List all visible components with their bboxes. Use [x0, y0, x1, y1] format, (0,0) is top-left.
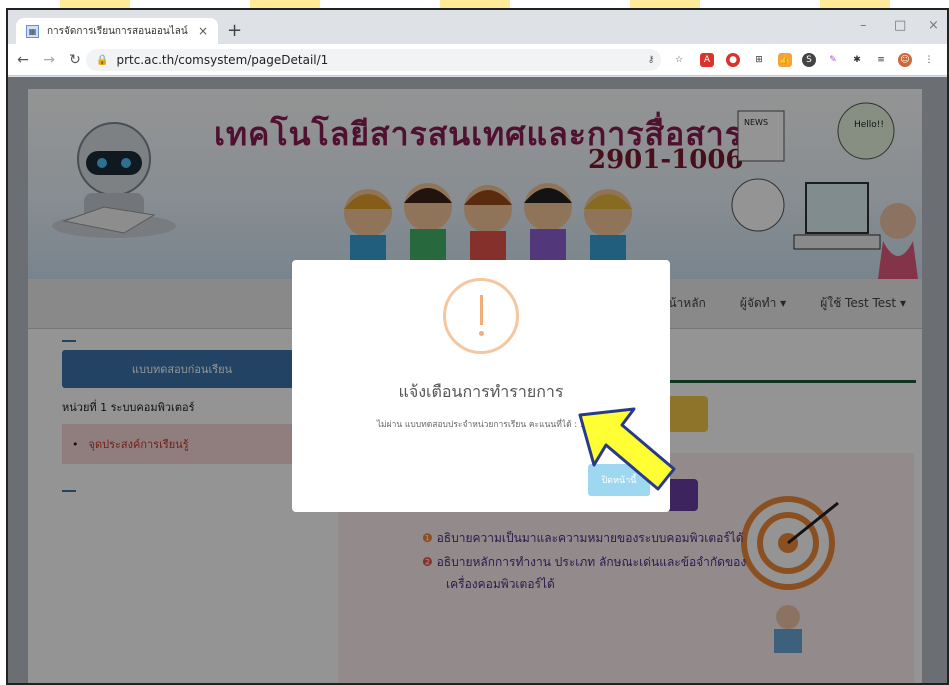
dialog-title: แจ้งเตือนการทำรายการ: [398, 382, 564, 401]
pdf-icon[interactable]: A: [700, 53, 714, 67]
star-icon[interactable]: ☆: [672, 53, 686, 67]
grid-icon[interactable]: ⊞: [752, 53, 766, 67]
menu-icon[interactable]: ⋮: [922, 53, 936, 67]
new-tab-button[interactable]: +: [227, 20, 242, 41]
red-circle-icon[interactable]: ●: [726, 53, 740, 67]
tab-strip: ▦ การจัดการเรียนการสอนออนไลน์ × + – □ ×: [8, 10, 947, 44]
reading-list-icon[interactable]: ≡: [874, 53, 888, 67]
browser-window: ▦ การจัดการเรียนการสอนออนไลน์ × + – □ × …: [6, 8, 949, 685]
tab-close-icon[interactable]: ×: [198, 24, 208, 38]
address-bar[interactable]: 🔒 prtc.ac.th/comsystem/pageDetail/1: [86, 49, 661, 71]
warning-icon-dot: [479, 331, 484, 336]
profile-avatar-icon[interactable]: ☺: [898, 53, 912, 67]
site-favicon-icon: ▦: [26, 24, 39, 38]
outer-frame: ▦ การจัดการเรียนการสอนออนไลน์ × + – □ × …: [0, 0, 949, 685]
puzzle-icon[interactable]: ✎: [826, 53, 840, 67]
minimize-button[interactable]: –: [860, 18, 867, 33]
yellow-arrow-icon: [578, 407, 676, 491]
maximize-button[interactable]: □: [894, 18, 906, 33]
url-text: prtc.ac.th/comsystem/pageDetail/1: [116, 53, 329, 67]
back-arrow-icon[interactable]: ←: [12, 52, 34, 68]
s-circle-icon[interactable]: S: [802, 53, 816, 67]
browser-tab[interactable]: ▦ การจัดการเรียนการสอนออนไลน์ ×: [16, 18, 218, 44]
warning-icon-bar: [480, 295, 483, 325]
reload-icon[interactable]: ↻: [64, 52, 86, 68]
browser-toolbar: ← → ↻ 🔒 prtc.ac.th/comsystem/pageDetail/…: [8, 44, 947, 76]
window-close-button[interactable]: ×: [928, 18, 939, 33]
lock-icon: 🔒: [96, 54, 109, 66]
thumb-icon[interactable]: 👍: [778, 53, 792, 67]
tab-title: การจัดการเรียนการสอนออนไลน์: [47, 25, 188, 37]
extensions-puzzle-icon[interactable]: ✱: [850, 53, 864, 67]
forward-arrow-icon[interactable]: →: [38, 52, 60, 68]
warning-icon: [443, 278, 519, 354]
key-icon[interactable]: ⚷: [644, 53, 658, 67]
page-viewport: เทคโนโลยีสารสนเทศและการสื่อสาร 2901-1006: [8, 77, 947, 683]
